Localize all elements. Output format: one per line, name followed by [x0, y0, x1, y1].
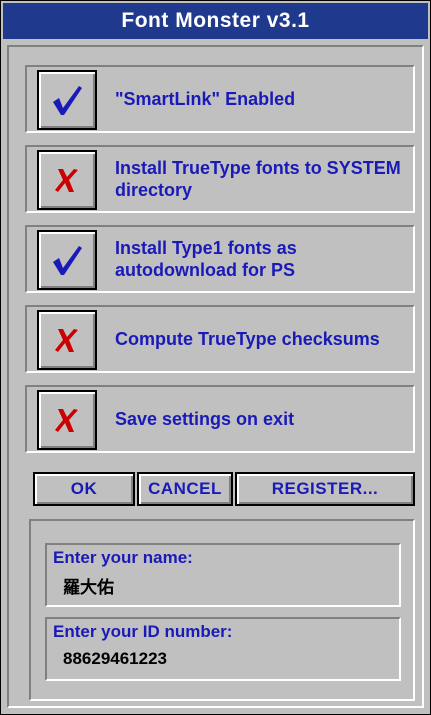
button-row: OK CANCEL REGISTER...: [33, 472, 415, 506]
register-button[interactable]: REGISTER...: [235, 472, 415, 506]
window-title: Font Monster v3.1: [3, 3, 428, 39]
registration-group: Enter your name: Enter your ID number:: [29, 519, 415, 701]
name-label: Enter your name:: [53, 548, 193, 567]
checkmark-icon: [53, 86, 82, 115]
x-mark-icon: [55, 329, 78, 352]
option-install-type1-label: Install Type1 fonts as autodownload for …: [115, 238, 297, 280]
option-install-type1-toggle[interactable]: [37, 230, 97, 290]
option-save-settings[interactable]: Save settings on exit: [25, 385, 415, 453]
option-smartlink[interactable]: "SmartLink" Enabled: [25, 65, 415, 133]
option-compute-checksums-label: Compute TrueType checksums: [115, 329, 380, 349]
option-save-settings-label: Save settings on exit: [115, 409, 295, 429]
option-install-truetype[interactable]: Install TrueType fonts to SYSTEM directo…: [25, 145, 415, 213]
id-field: Enter your ID number:: [45, 617, 401, 681]
option-save-settings-toggle[interactable]: [37, 390, 97, 450]
option-install-truetype-label: Install TrueType fonts to SYSTEM directo…: [115, 158, 401, 200]
option-install-truetype-toggle[interactable]: [37, 150, 97, 210]
id-label: Enter your ID number:: [53, 622, 233, 641]
x-mark-icon: [55, 409, 78, 432]
name-field: Enter your name:: [45, 543, 401, 607]
option-compute-checksums[interactable]: Compute TrueType checksums: [25, 305, 415, 373]
name-input[interactable]: [63, 575, 383, 595]
option-smartlink-label: "SmartLink" Enabled: [115, 89, 296, 109]
id-input[interactable]: [63, 649, 383, 669]
checkmark-icon: [53, 246, 82, 275]
cancel-button[interactable]: CANCEL: [137, 472, 233, 506]
ok-button[interactable]: OK: [33, 472, 135, 506]
option-smartlink-toggle[interactable]: [37, 70, 97, 130]
x-mark-icon: [55, 169, 78, 192]
option-install-type1[interactable]: Install Type1 fonts as autodownload for …: [25, 225, 415, 293]
option-compute-checksums-toggle[interactable]: [37, 310, 97, 370]
font-monster-window: Font Monster v3.1 "SmartLink" Enabled In…: [0, 0, 431, 715]
